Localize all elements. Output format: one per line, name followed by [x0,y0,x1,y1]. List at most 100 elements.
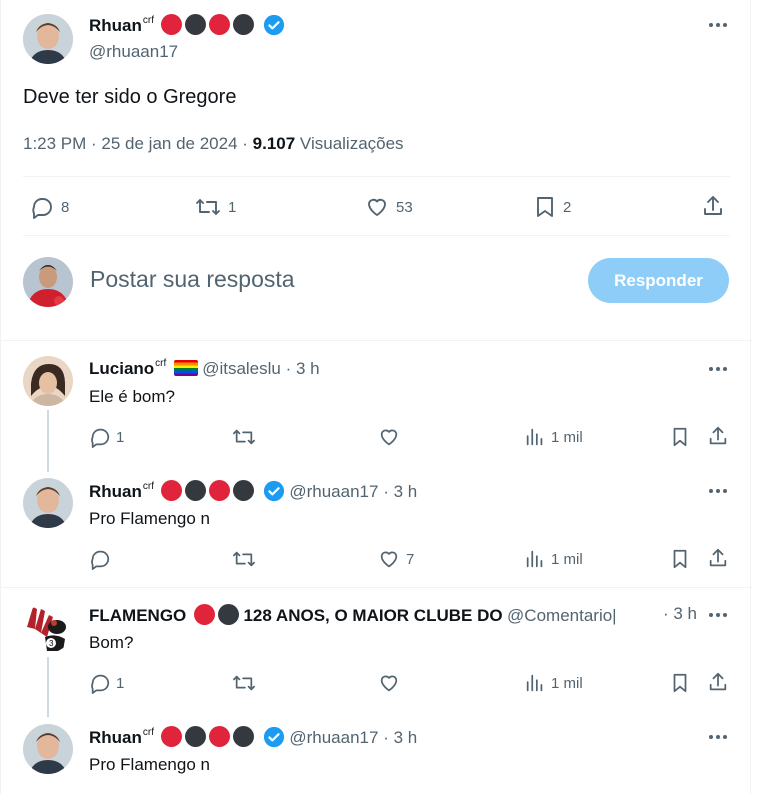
views-count: 9.107 [252,134,296,153]
reply-icon[interactable] [30,195,54,219]
author-handle[interactable]: @Comentario| [507,606,617,625]
black-circle-emoji [185,480,207,501]
share-icon[interactable] [707,547,729,569]
author-name-sup: crf [155,358,167,369]
author-name[interactable]: Rhuan [89,482,142,501]
tweet-meta: 1:23 PM · 25 de jan de 2024 · 9.107 Visu… [23,134,404,154]
avatar[interactable] [23,14,73,64]
avatar[interactable] [23,356,73,406]
reply-header: FLAMENGO 128 ANOS, O MAIOR CLUBE DO @Com… [89,604,669,626]
red-circle-emoji [193,604,215,625]
reply-count: 8 [61,199,70,216]
divider [1,587,752,588]
red-circle-emoji [209,14,231,35]
author-handle[interactable]: @rhuaan17 [289,482,378,501]
svg-text:3: 3 [49,639,54,648]
author-line: Rhuancrf [89,14,285,36]
avatar[interactable] [23,724,73,774]
retweet-icon[interactable] [195,195,221,219]
user-avatar[interactable] [23,257,73,307]
reply-text: Ele é bom? [89,387,175,406]
reply-button[interactable]: Responder [588,258,729,303]
views-icon[interactable] [524,672,546,694]
reply-input[interactable]: Postar sua resposta [90,266,295,293]
author-name[interactable]: Rhuan [89,728,142,747]
views-count: 1 mil [551,429,583,446]
author-name-sup: crf [142,727,154,738]
reply-time[interactable]: · 3 h [661,604,701,624]
more-options-icon[interactable] [703,15,733,35]
views-icon[interactable] [524,548,546,570]
share-icon[interactable] [707,671,729,693]
like-count: 53 [396,199,413,216]
thread-line [47,410,49,472]
share-icon[interactable] [701,194,725,218]
tweet-timestamp[interactable]: 1:23 PM · 25 de jan de 2024 · [23,134,253,153]
share-icon[interactable] [707,425,729,447]
author-handle[interactable]: @rhuaan17 [89,42,178,62]
avatar-image [23,257,73,307]
author-handle[interactable]: @rhuaan17 [289,728,378,747]
like-count: 7 [406,551,415,568]
divider [23,176,730,177]
reply-time[interactable]: · 3 h [378,728,417,747]
like-icon[interactable] [378,672,400,694]
tweet-thread: Rhuancrf @rhuaan17 Deve ter sido o Grego… [0,0,752,794]
views-count: 1 mil [551,675,583,692]
reply-header: Lucianocrf @itsaleslu · 3 h [89,358,320,379]
author-name[interactable]: Luciano [89,359,154,378]
reply-header: Rhuancrf @rhuaan17 · 3 h [89,726,417,748]
reply-icon[interactable] [89,672,111,694]
more-options-icon[interactable] [703,605,733,625]
like-icon[interactable] [378,426,400,448]
reply-time[interactable]: · 3 h [281,359,320,378]
avatar[interactable]: 3 [23,603,73,653]
bookmark-icon[interactable] [669,672,691,694]
more-options-icon[interactable] [703,481,733,501]
views-icon[interactable] [524,426,546,448]
black-circle-emoji [185,14,207,35]
more-options-icon[interactable] [703,727,733,747]
author-name[interactable]: Rhuan [89,16,142,35]
more-options-icon[interactable] [703,359,733,379]
divider [23,235,730,236]
black-circle-emoji [185,726,207,747]
black-circle-emoji [233,14,255,35]
reply-count: 1 [116,675,125,692]
views-count: 1 mil [551,551,583,568]
reply-count: 1 [116,429,125,446]
thread-line [47,657,49,717]
author-name-sup: crf [142,481,154,492]
avatar-image [23,14,73,64]
author-name-rest: 128 ANOS, O MAIOR CLUBE DO [238,606,503,625]
red-circle-emoji [161,726,183,747]
reply-text: Bom? [89,633,134,652]
tweet-text: Deve ter sido o Gregore [23,86,237,108]
avatar-image: 3 [23,603,73,653]
author-name[interactable]: FLAMENGO [89,606,186,625]
retweet-count: 1 [228,199,237,216]
avatar-image [23,478,73,528]
bookmark-icon[interactable] [669,548,691,570]
rainbow-flag-icon [173,360,198,376]
verified-badge-icon [263,14,285,36]
reply-time[interactable]: · 3 h [378,482,417,501]
author-handle[interactable]: @itsaleslu [202,359,281,378]
retweet-icon[interactable] [232,426,256,448]
like-icon[interactable] [365,195,389,219]
retweet-icon[interactable] [232,548,256,570]
red-circle-emoji [209,480,231,501]
bookmark-icon[interactable] [669,426,691,448]
retweet-icon[interactable] [232,672,256,694]
black-circle-emoji [217,604,239,625]
avatar-image [23,356,73,406]
red-circle-emoji [161,480,183,501]
reply-icon[interactable] [89,548,111,570]
avatar[interactable] [23,478,73,528]
divider [1,340,752,341]
reply-icon[interactable] [89,426,111,448]
like-icon[interactable] [378,548,400,570]
red-circle-emoji [209,726,231,747]
black-circle-emoji [233,480,255,501]
bookmark-icon[interactable] [534,195,556,219]
